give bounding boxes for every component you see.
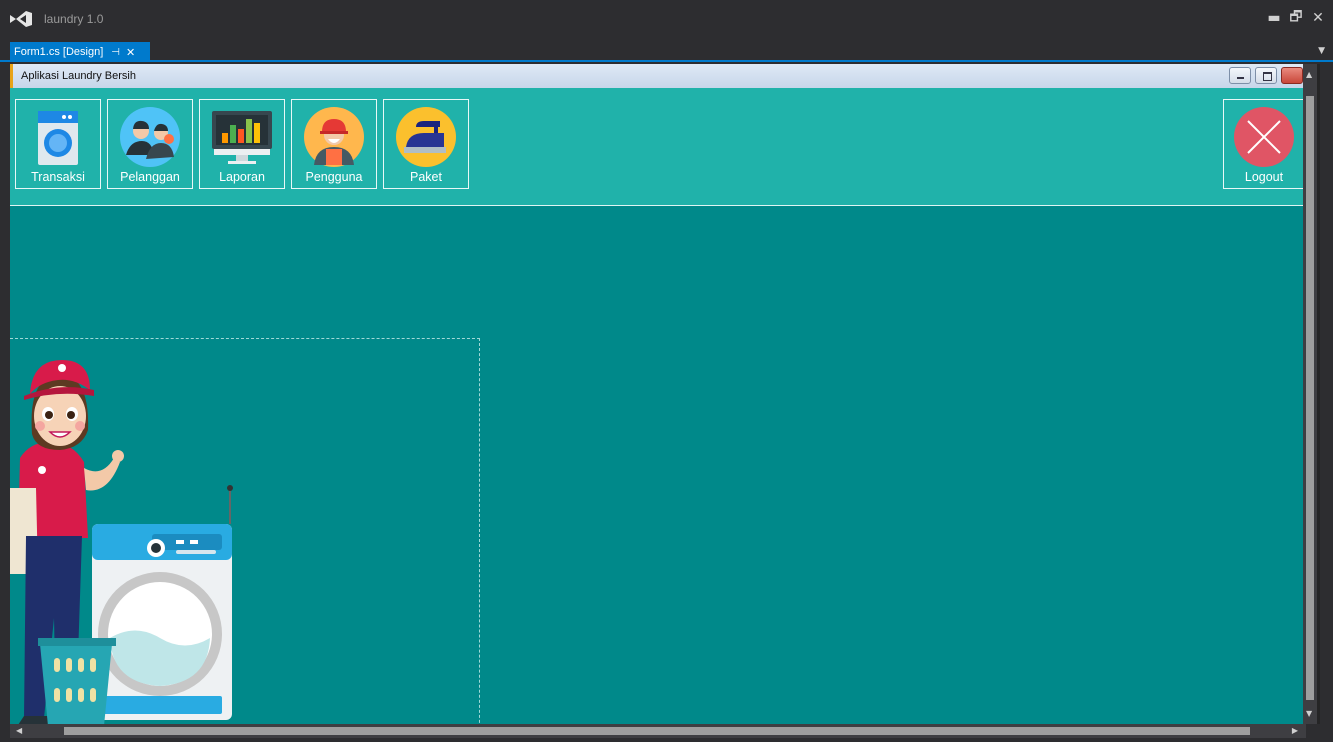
- customers-icon: [120, 107, 180, 167]
- title-bar: laundry 1.0 ▬ 🗗 ✕: [0, 0, 1333, 40]
- form-caption-title: Aplikasi Laundry Bersih: [21, 70, 136, 82]
- menu-panel: Transaksi Pelanggan Laporan Pengguna Pak…: [10, 88, 1310, 206]
- form-close-button[interactable]: [1281, 67, 1303, 84]
- laporan-button[interactable]: Laporan: [199, 99, 285, 189]
- paket-button[interactable]: Paket: [383, 99, 469, 189]
- transaksi-label: Transaksi: [31, 170, 85, 184]
- scroll-down-icon[interactable]: ▼: [1306, 709, 1312, 718]
- scroll-left-icon[interactable]: ◀: [16, 726, 22, 735]
- logout-label: Logout: [1244, 170, 1284, 184]
- tab-label: Form1.cs [Design]: [14, 46, 104, 58]
- iron-icon: [396, 107, 456, 167]
- vertical-scroll-thumb[interactable]: [1306, 96, 1314, 700]
- laporan-label: Laporan: [219, 170, 265, 184]
- form-caption-bar[interactable]: Aplikasi Laundry Bersih: [10, 64, 1310, 88]
- pin-icon[interactable]: ⊣: [111, 47, 120, 58]
- form-maximize-button[interactable]: [1255, 67, 1277, 84]
- scroll-up-icon[interactable]: ▲: [1306, 70, 1312, 79]
- worker-icon: [304, 107, 364, 167]
- ide-window: laundry 1.0 ▬ 🗗 ✕ Form1.cs [Design] ⊣ ✕ …: [0, 0, 1333, 742]
- horizontal-scroll-thumb[interactable]: [64, 727, 1250, 735]
- tab-close-icon[interactable]: ✕: [126, 46, 135, 59]
- close-button[interactable]: ✕: [1306, 6, 1330, 30]
- pelanggan-button[interactable]: Pelanggan: [107, 99, 193, 189]
- vertical-scrollbar[interactable]: ▲ ▼: [1303, 64, 1317, 724]
- pengguna-label: Pengguna: [305, 170, 363, 184]
- restore-button[interactable]: 🗗: [1284, 6, 1308, 30]
- transaksi-button[interactable]: Transaksi: [15, 99, 101, 189]
- laundry-woman-illustration: [10, 360, 233, 724]
- logout-x-icon: [1234, 107, 1294, 167]
- form-body: Transaksi Pelanggan Laporan Pengguna Pak…: [10, 88, 1310, 724]
- scroll-right-icon[interactable]: ▶: [1292, 726, 1298, 735]
- design-surface: Aplikasi Laundry Bersih Transaksi Pelang…: [10, 64, 1320, 724]
- visual-studio-logo-icon: [10, 11, 32, 27]
- minimize-button[interactable]: ▬: [1262, 6, 1286, 30]
- document-tab-strip: Form1.cs [Design] ⊣ ✕ ▼: [0, 42, 1333, 62]
- tab-dropdown-icon[interactable]: ▼: [1318, 46, 1325, 56]
- paket-label: Paket: [410, 170, 442, 184]
- pelanggan-label: Pelanggan: [120, 170, 180, 184]
- pengguna-button[interactable]: Pengguna: [291, 99, 377, 189]
- washing-machine-icon: [38, 111, 78, 165]
- form-minimize-button[interactable]: [1229, 67, 1251, 84]
- tab-form1-design[interactable]: Form1.cs [Design] ⊣ ✕: [10, 42, 150, 62]
- horizontal-scrollbar[interactable]: ◀ ▶: [10, 724, 1306, 738]
- report-chart-icon: [212, 111, 272, 164]
- logout-button[interactable]: Logout: [1223, 99, 1305, 189]
- app-title: laundry 1.0: [44, 12, 104, 26]
